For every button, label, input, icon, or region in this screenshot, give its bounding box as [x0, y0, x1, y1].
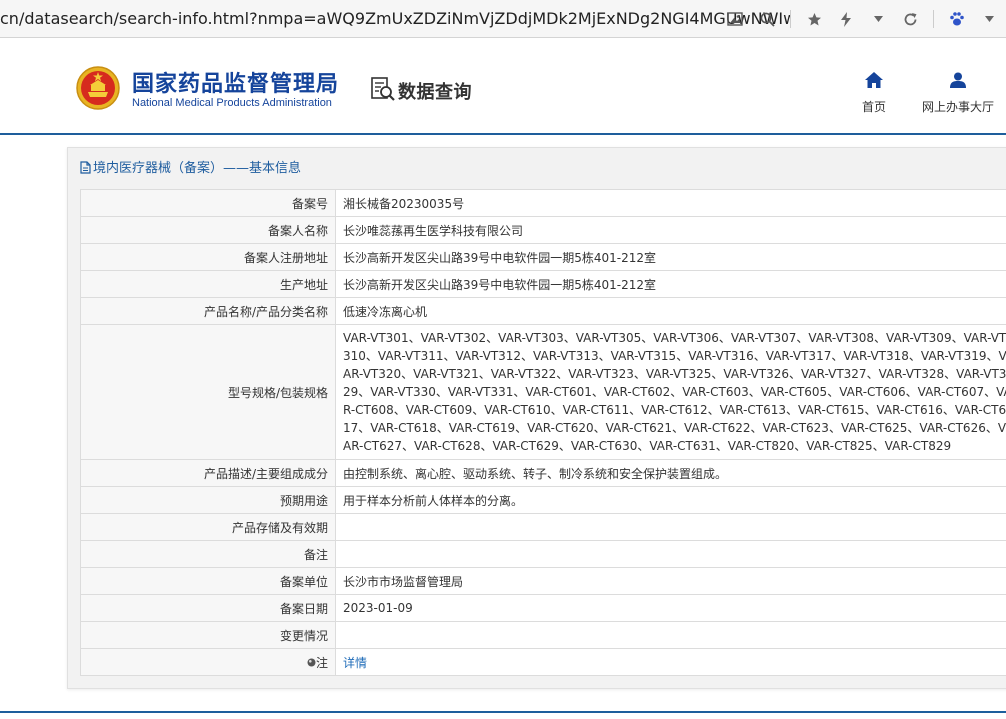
search-icon[interactable] [758, 10, 776, 28]
address-bar-tools [726, 8, 998, 30]
separator [790, 10, 791, 28]
table-row: 注 详情 [81, 649, 1006, 676]
note-bullet-icon [307, 656, 316, 670]
row-value [336, 622, 1006, 649]
note-value-cell: 详情 [336, 649, 1006, 676]
table-row: 产品存储及有效期 [81, 514, 1006, 541]
agency-name-en[interactable]: National Medical Products Administration [132, 97, 332, 109]
section-title: 数据查询 [398, 78, 472, 104]
table-row: 备案号 湘长械备20230035号 [81, 190, 1006, 217]
row-label: 变更情况 [81, 622, 336, 649]
nav-online-hall[interactable]: 网上办事大厅 [922, 72, 994, 115]
document-icon [80, 161, 91, 178]
row-value: 长沙高新开发区尖山路39号中电软件园一期5栋401-212室 [336, 244, 1006, 271]
header-divider [0, 133, 1006, 135]
table-row: 备注 [81, 541, 1006, 568]
row-label: 备案人注册地址 [81, 244, 336, 271]
url-field[interactable]: cn/datasearch/search-info.html?nmpa=aWQ9… [0, 9, 790, 29]
data-search-section[interactable]: 数据查询 [370, 76, 472, 106]
nav-home[interactable]: 首页 [862, 72, 886, 115]
table-row: 备案单位 长沙市市场监督管理局 [81, 568, 1006, 595]
chevron-down-icon[interactable] [980, 10, 998, 28]
row-value: 湘长械备20230035号 [336, 190, 1006, 217]
table-row: 变更情况 [81, 622, 1006, 649]
table-row: 生产地址 长沙高新开发区尖山路39号中电软件园一期5栋401-212室 [81, 271, 1006, 298]
row-label: 备案单位 [81, 568, 336, 595]
row-label: 备案号 [81, 190, 336, 217]
home-icon [865, 72, 883, 92]
separator [933, 10, 934, 28]
row-label: 产品名称/产品分类名称 [81, 298, 336, 325]
star-icon[interactable] [805, 10, 823, 28]
nav-online-hall-label: 网上办事大厅 [922, 98, 994, 115]
row-label: 型号规格/包装规格 [81, 325, 336, 460]
chevron-down-icon[interactable] [869, 10, 887, 28]
row-label: 产品存储及有效期 [81, 514, 336, 541]
note-label: 注 [316, 656, 328, 670]
table-row: 产品名称/产品分类名称 低速冷冻离心机 [81, 298, 1006, 325]
row-label: 备注 [81, 541, 336, 568]
device-info-table: 备案号 湘长械备20230035号 备案人名称 长沙唯蕊蓀再生医学科技有限公司 … [80, 189, 1006, 676]
table-row: 备案日期 2023-01-09 [81, 595, 1006, 622]
row-value [336, 514, 1006, 541]
row-value-models: VAR-VT301、VAR-VT302、VAR-VT303、VAR-VT305、… [336, 325, 1006, 460]
row-value: 2023-01-09 [336, 595, 1006, 622]
table-row: 型号规格/包装规格 VAR-VT301、VAR-VT302、VAR-VT303、… [81, 325, 1006, 460]
row-label: 产品描述/主要组成成分 [81, 460, 336, 487]
table-row: 备案人名称 长沙唯蕊蓀再生医学科技有限公司 [81, 217, 1006, 244]
lightning-icon[interactable] [837, 10, 855, 28]
paw-search-icon[interactable] [948, 10, 966, 28]
panel-title-text: 境内医疗器械（备案）——基本信息 [93, 161, 301, 176]
refresh-icon[interactable] [901, 10, 919, 28]
table-row: 预期用途 用于样本分析前人体样本的分离。 [81, 487, 1006, 514]
user-icon [950, 72, 966, 92]
table-row: 产品描述/主要组成成分 由控制系统、离心腔、驱动系统、转子、制冷系统和安全保护装… [81, 460, 1006, 487]
panel-title: 境内医疗器械（备案）——基本信息 [80, 157, 301, 178]
row-value: 长沙市市场监督管理局 [336, 568, 1006, 595]
row-label: 备案人名称 [81, 217, 336, 244]
table-row: 备案人注册地址 长沙高新开发区尖山路39号中电软件园一期5栋401-212室 [81, 244, 1006, 271]
row-value [336, 541, 1006, 568]
agency-name-cn[interactable]: 国家药品监督管理局 [132, 66, 339, 98]
note-label-cell: 注 [81, 649, 336, 676]
data-search-icon [370, 76, 396, 106]
row-label: 备案日期 [81, 595, 336, 622]
row-value: 长沙唯蕊蓀再生医学科技有限公司 [336, 217, 1006, 244]
row-value: 用于样本分析前人体样本的分离。 [336, 487, 1006, 514]
nav-home-label: 首页 [862, 98, 886, 115]
row-value: 低速冷冻离心机 [336, 298, 1006, 325]
row-value: 长沙高新开发区尖山路39号中电软件园一期5栋401-212室 [336, 271, 1006, 298]
footer-divider [0, 711, 1006, 719]
image-icon[interactable] [726, 10, 744, 28]
site-header: 国家药品监督管理局 National Medical Products Admi… [0, 38, 1006, 134]
national-emblem-icon[interactable] [76, 66, 120, 110]
row-label: 预期用途 [81, 487, 336, 514]
browser-address-bar: cn/datasearch/search-info.html?nmpa=aWQ9… [0, 0, 1006, 38]
row-label: 生产地址 [81, 271, 336, 298]
details-link[interactable]: 详情 [343, 656, 367, 670]
row-value: 由控制系统、离心腔、驱动系统、转子、制冷系统和安全保护装置组成。 [336, 460, 1006, 487]
